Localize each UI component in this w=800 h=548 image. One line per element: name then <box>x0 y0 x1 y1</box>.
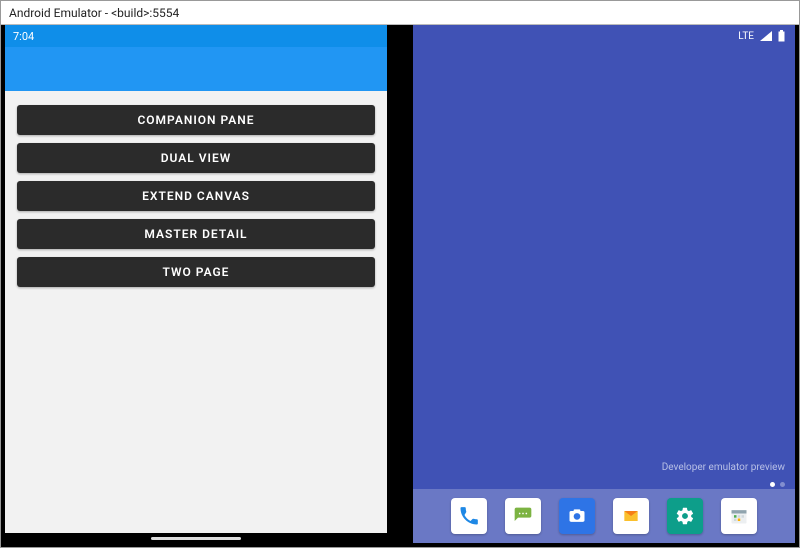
hinge <box>387 25 413 547</box>
left-screen: 7:04 COMPANION PANE DUAL VIEW EXTEND CAN… <box>1 25 387 547</box>
mail-app-icon[interactable] <box>613 498 649 534</box>
phone-app-icon[interactable] <box>451 498 487 534</box>
left-content: COMPANION PANE DUAL VIEW EXTEND CANVAS M… <box>5 91 387 533</box>
page-indicator <box>770 482 785 487</box>
dual-view-button[interactable]: DUAL VIEW <box>17 143 375 173</box>
dual-screen-container: 7:04 COMPANION PANE DUAL VIEW EXTEND CAN… <box>1 25 799 547</box>
right-statusbar: LTE <box>413 25 795 47</box>
page-dot-active <box>770 482 775 487</box>
calendar-app-icon[interactable] <box>721 498 757 534</box>
dock <box>413 489 795 543</box>
extend-canvas-button[interactable]: EXTEND CANVAS <box>17 181 375 211</box>
left-statusbar: 7:04 <box>5 25 387 47</box>
settings-app-icon[interactable] <box>667 498 703 534</box>
right-screen: LTE Developer emulator preview <box>413 25 799 547</box>
page-dot <box>780 482 785 487</box>
left-appbar <box>5 47 387 91</box>
developer-preview-label: Developer emulator preview <box>662 462 785 473</box>
emulator-window: Android Emulator - <build>:5554 7:04 COM… <box>0 0 800 548</box>
home-body[interactable]: Developer emulator preview <box>413 47 795 543</box>
window-title: Android Emulator - <build>:5554 <box>1 1 799 25</box>
signal-icon <box>760 31 772 41</box>
master-detail-button[interactable]: MASTER DETAIL <box>17 219 375 249</box>
messages-app-icon[interactable] <box>505 498 541 534</box>
camera-app-icon[interactable] <box>559 498 595 534</box>
battery-icon <box>778 30 785 42</box>
clock: 7:04 <box>13 30 34 43</box>
network-label: LTE <box>738 31 754 42</box>
nav-pill[interactable] <box>151 537 241 540</box>
companion-pane-button[interactable]: COMPANION PANE <box>17 105 375 135</box>
left-navbar[interactable] <box>5 533 387 543</box>
two-page-button[interactable]: TWO PAGE <box>17 257 375 287</box>
